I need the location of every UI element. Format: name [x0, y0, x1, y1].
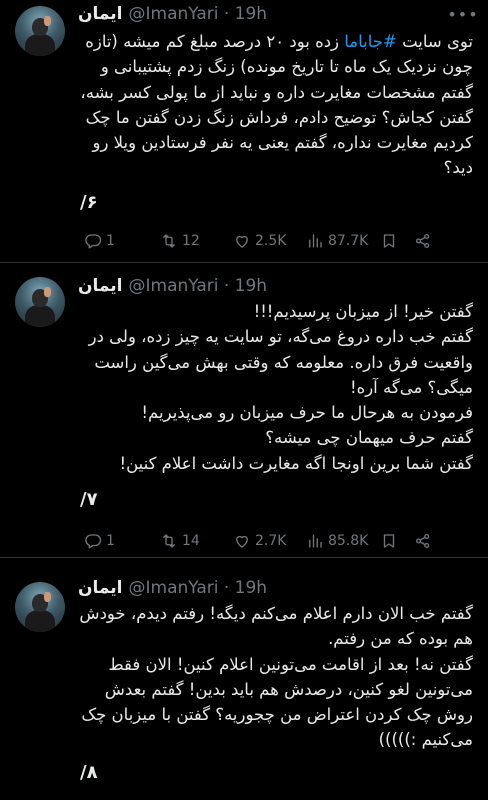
reply-count: 1	[106, 233, 115, 249]
like-count: 2.7K	[255, 533, 287, 549]
reply-count: 1	[106, 533, 115, 549]
tweet-text: گفتم خب الان دارم اعلام می‌کنم دیگه! رفت…	[79, 604, 473, 750]
tweet-header: ایمان @ImanYari · 19h	[78, 3, 267, 25]
like-button[interactable]: 2.5K	[233, 232, 306, 250]
avatar[interactable]	[15, 6, 65, 56]
author-name[interactable]: ایمان	[78, 578, 123, 598]
action-bar: 1 12 2.5K 87.7K	[84, 229, 470, 253]
tweet-text: گفتن خیر! از میزبان پرسیدیم!!! گفتم خب د…	[88, 302, 473, 473]
thread-number: ۸/	[80, 762, 98, 783]
reply-button[interactable]: 1	[84, 232, 160, 250]
share-button[interactable]	[414, 532, 432, 550]
views-button[interactable]: 87.7K	[306, 232, 380, 250]
tweet-header: ایمان @ImanYari · 19h	[78, 577, 267, 599]
retweet-count: 14	[182, 533, 200, 549]
share-icon	[415, 233, 430, 249]
tweet-1[interactable]: ایمان @ImanYari · 19h ••• توی سایت #جابا…	[0, 0, 488, 262]
bookmark-button[interactable]	[380, 232, 414, 250]
like-button[interactable]: 2.7K	[233, 532, 306, 550]
tweet-3[interactable]: ایمان @ImanYari · 19h گفتم خب الان دارم …	[0, 558, 488, 800]
hashtag-link[interactable]: #جاباما	[344, 32, 397, 51]
thread-number: ۶/	[80, 192, 98, 213]
retweet-icon	[163, 234, 175, 248]
reply-icon	[85, 234, 102, 249]
tweet-header: ایمان @ImanYari · 19h	[78, 275, 267, 297]
author-name[interactable]: ایمان	[78, 4, 123, 24]
views-count: 85.8K	[328, 533, 369, 549]
author-handle-time[interactable]: @ImanYari · 19h	[129, 578, 268, 598]
more-icon[interactable]: •••	[447, 4, 477, 24]
tweet-2[interactable]: ایمان @ImanYari · 19h گفتن خیر! از میزبا…	[0, 263, 488, 556]
retweet-count: 12	[182, 233, 200, 249]
retweet-button[interactable]: 14	[160, 532, 233, 550]
bookmark-button[interactable]	[380, 532, 414, 550]
share-icon	[415, 533, 430, 549]
tweet-text-pre: توی سایت	[396, 32, 473, 51]
action-bar: 1 14 2.7K 85.8K	[84, 529, 470, 553]
thread-number: ۷/	[80, 489, 98, 510]
views-count: 87.7K	[328, 233, 369, 249]
views-button[interactable]: 85.8K	[306, 532, 380, 550]
like-count: 2.5K	[255, 233, 287, 249]
tweet-text-post: زده بود ۲۰ درصد مبلغ کم میشه (تازه چون ن…	[80, 32, 473, 178]
retweet-button[interactable]: 12	[160, 232, 233, 250]
avatar[interactable]	[15, 277, 65, 327]
retweet-icon	[163, 534, 175, 548]
views-icon	[309, 234, 322, 248]
heart-icon	[236, 235, 248, 248]
avatar[interactable]	[15, 582, 65, 632]
author-handle-time[interactable]: @ImanYari · 19h	[129, 4, 268, 24]
author-handle-time[interactable]: @ImanYari · 19h	[129, 276, 268, 296]
tweet-text: توی سایت #جاباما زده بود ۲۰ درصد مبلغ کم…	[76, 29, 473, 181]
bookmark-icon	[383, 534, 395, 548]
share-button[interactable]	[414, 232, 432, 250]
bookmark-icon	[383, 234, 395, 248]
author-name[interactable]: ایمان	[78, 276, 123, 296]
views-icon	[309, 534, 322, 548]
reply-button[interactable]: 1	[84, 532, 160, 550]
reply-icon	[85, 534, 102, 549]
heart-icon	[236, 535, 248, 548]
